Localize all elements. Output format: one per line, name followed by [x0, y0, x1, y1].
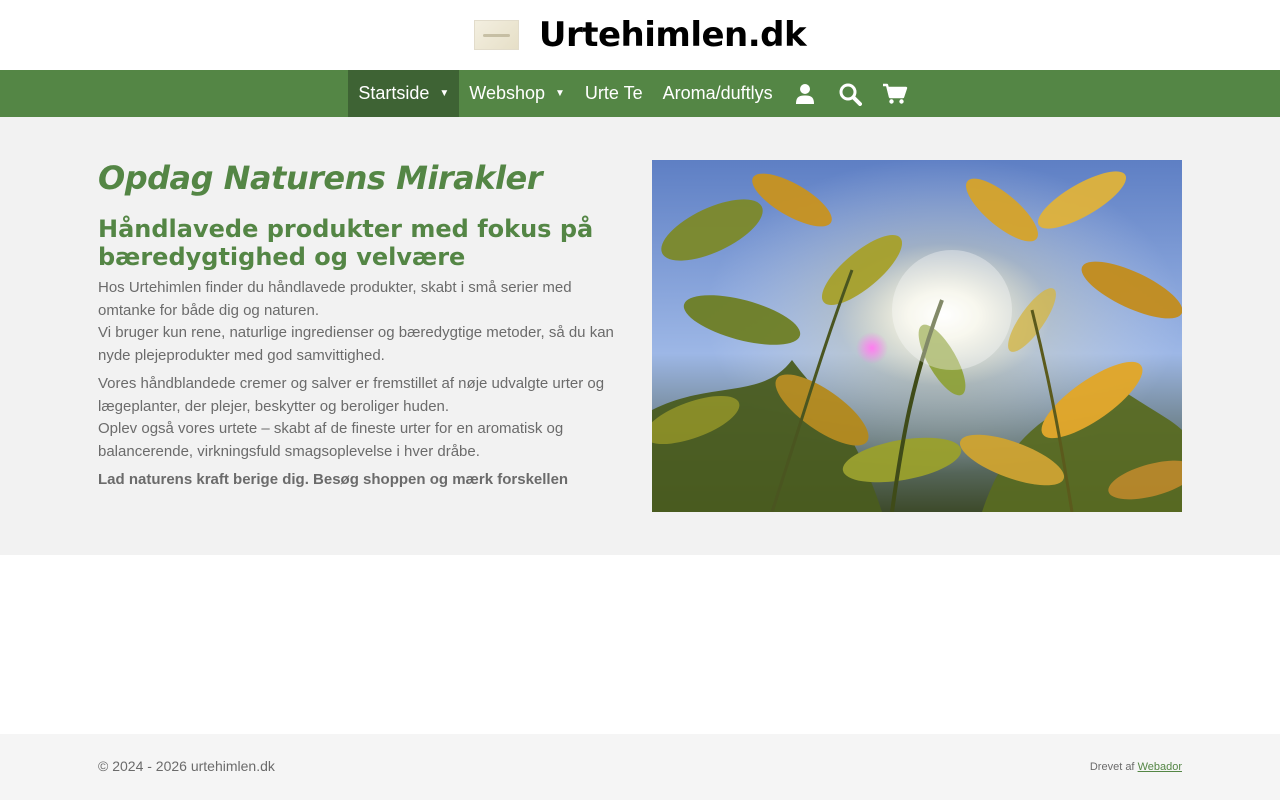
powered-by: Drevet af Webador: [1090, 758, 1182, 774]
paragraph-line: Oplev også vores urtete – skabt af de fi…: [98, 420, 564, 460]
nav-item-label: Urte Te: [584, 83, 643, 103]
site-logo[interactable]: [473, 20, 519, 50]
paragraph-line: Vi bruger kun rene, naturlige ingrediens…: [98, 324, 614, 364]
products-paragraph: Vores håndblandede cremer og salver er f…: [98, 373, 618, 463]
paragraph-line: Hos Urtehimlen finder du håndlavede prod…: [98, 279, 572, 319]
cart-icon: [883, 83, 908, 104]
nav-item-webshop[interactable]: Webshop ▼: [459, 70, 575, 117]
nav-item-label: Webshop: [469, 83, 545, 103]
webador-link[interactable]: Webador: [1138, 761, 1182, 773]
hero-image: [652, 160, 1182, 512]
search-button[interactable]: [828, 70, 873, 117]
chevron-down-icon: ▼: [555, 88, 565, 99]
main-navigation: Startside ▼ Webshop ▼ Urte Te Aroma/duft…: [0, 70, 1280, 117]
site-title[interactable]: Urtehimlen.dk: [539, 15, 807, 55]
copyright-text: © 2024 - 2026 urtehimlen.dk: [98, 758, 275, 774]
nav-item-label: Startside: [358, 83, 430, 103]
nav-item-urte-te[interactable]: Urte Te: [575, 70, 653, 117]
site-footer: © 2024 - 2026 urtehimlen.dk Drevet af We…: [0, 734, 1280, 800]
page-subheadline: Håndlavede produkter med fokus på bæredy…: [98, 215, 594, 271]
powered-by-label: Drevet af: [1089, 761, 1135, 773]
paragraph-line: Vores håndblandede cremer og salver er f…: [98, 375, 605, 415]
account-button[interactable]: [783, 70, 828, 117]
hero-text: Opdag Naturens Mirakler Håndlavede produ…: [98, 160, 618, 512]
search-icon: [839, 83, 863, 106]
chevron-down-icon: ▼: [439, 88, 450, 99]
hero-section: Opdag Naturens Mirakler Håndlavede produ…: [0, 117, 1280, 555]
nav-item-label: Aroma/duftlys: [662, 83, 773, 103]
site-header: Urtehimlen.dk: [0, 0, 1280, 70]
page-headline: Opdag Naturens Mirakler: [98, 159, 542, 197]
intro-paragraph: Hos Urtehimlen finder du håndlavede prod…: [98, 277, 618, 367]
cart-button[interactable]: [873, 70, 918, 117]
nav-item-startside[interactable]: Startside ▼: [348, 70, 460, 117]
call-to-action-text: Lad naturens kraft berige dig. Besøg sho…: [98, 471, 569, 488]
user-icon: [796, 83, 815, 104]
nav-item-aroma-duftlys[interactable]: Aroma/duftlys: [653, 70, 783, 117]
